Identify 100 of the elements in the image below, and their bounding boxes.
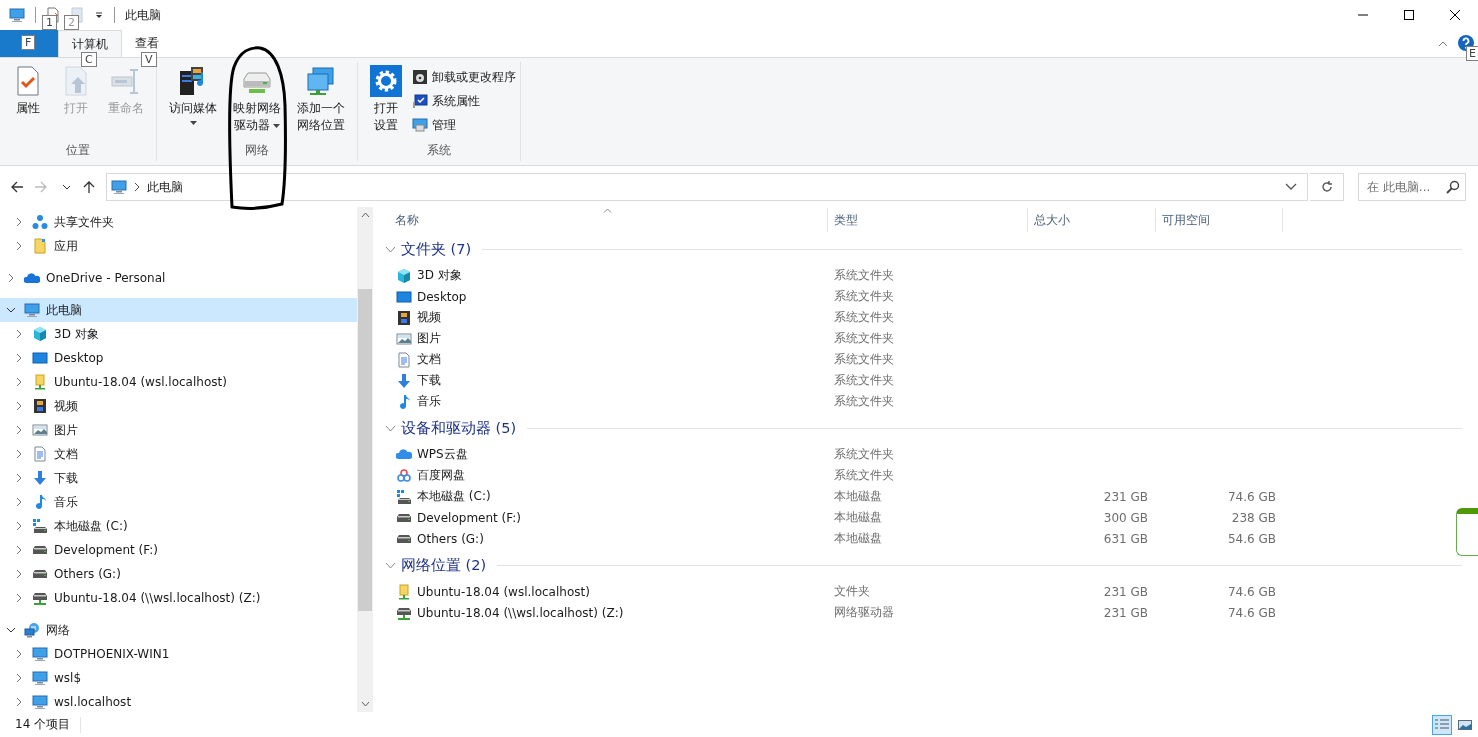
picture-icon	[396, 330, 412, 347]
ime-indicator[interactable]	[1456, 508, 1478, 556]
breadcrumb[interactable]: 此电脑	[147, 178, 183, 196]
table-cell-text: 本地磁盘	[833, 509, 883, 526]
tree-item[interactable]: 文档	[0, 442, 357, 466]
column-header[interactable]: 类型	[828, 208, 1028, 232]
tree-item[interactable]: 网络	[0, 618, 357, 642]
table-cell-text: 本地磁盘	[833, 530, 883, 547]
tree-item[interactable]: Desktop	[0, 346, 357, 370]
column-header[interactable]: 总大小	[1028, 208, 1156, 232]
large-icons-view-icon	[1458, 718, 1472, 731]
table-cell-text: 231 GB	[1102, 584, 1149, 599]
computer-icon	[412, 117, 428, 133]
column-header[interactable]: 可用空间	[1156, 208, 1283, 232]
file-name[interactable]: 百度网盘	[383, 467, 828, 484]
column-header[interactable]: 名称	[383, 208, 828, 232]
scrollbar[interactable]	[357, 207, 373, 712]
table-cell-text: 系统文件夹	[833, 446, 895, 463]
ribbon-button[interactable]: 添加一个 网络位置	[293, 62, 349, 142]
tree-item[interactable]: DOTPHOENIX-WIN1	[0, 642, 357, 666]
group-header[interactable]: 文件夹 (7)	[401, 239, 472, 259]
maximize-icon	[1404, 10, 1414, 20]
file-name[interactable]: Ubuntu-18.04 (\\wsl.localhost) (Z:)	[383, 604, 828, 621]
file-name[interactable]: Ubuntu-18.04 (wsl.localhost)	[383, 583, 828, 600]
file-name[interactable]: 文档	[383, 351, 828, 368]
drive-icon	[396, 512, 412, 523]
tree-item[interactable]: Others (G:)	[0, 562, 357, 586]
folder-icon	[32, 374, 48, 390]
tree-item[interactable]: wsl.localhost	[0, 690, 357, 714]
file-name[interactable]: 音乐	[383, 393, 828, 410]
settings-icon	[370, 65, 402, 97]
tree-item[interactable]: 音乐	[0, 490, 357, 514]
tree-item[interactable]: Ubuntu-18.04 (wsl.localhost)	[0, 370, 357, 394]
table-cell-text: 631 GB	[1102, 531, 1149, 546]
forward-icon	[34, 180, 48, 194]
ribbon-button[interactable]: 访问媒体	[165, 62, 221, 142]
window-title: 此电脑	[125, 6, 161, 24]
table-cell-text: 系统文件夹	[833, 393, 895, 410]
ribbon-button[interactable]: 管理	[412, 115, 516, 135]
computer-icon	[32, 670, 48, 686]
tree-item[interactable]: 此电脑	[0, 298, 357, 322]
search-field[interactable]: 在 此电脑...	[1358, 173, 1466, 201]
file-name[interactable]: WPS云盘	[383, 446, 828, 463]
monitor-icon	[32, 350, 48, 366]
address-field[interactable]: 此电脑	[106, 173, 1308, 201]
network-drive-icon	[32, 590, 48, 606]
search-icon	[1446, 180, 1460, 194]
file-name[interactable]: 下载	[383, 372, 828, 389]
group-header[interactable]: 设备和驱动器 (5)	[401, 418, 517, 438]
cube-icon	[32, 326, 48, 342]
down-arrow-icon	[396, 372, 412, 389]
drive-icon	[32, 569, 48, 579]
file-name[interactable]: 本地磁盘 (C:)	[383, 488, 828, 505]
refresh-button[interactable]	[1310, 173, 1344, 201]
tree-item[interactable]: 应用	[0, 234, 357, 258]
tree-item[interactable]: 下载	[0, 466, 357, 490]
tree-item[interactable]: Ubuntu-18.04 (\\wsl.localhost) (Z:)	[0, 586, 357, 610]
group-label: 系统	[426, 142, 452, 159]
ribbon-button[interactable]: 卸载或更改程序	[412, 67, 516, 87]
keytip: 1	[42, 15, 57, 30]
file-name[interactable]: Development (F:)	[383, 510, 828, 525]
ribbon-button[interactable]: 属性	[8, 62, 48, 142]
file-name[interactable]: Others (G:)	[383, 531, 828, 546]
film-icon	[32, 398, 48, 414]
group-header[interactable]: 网络位置 (2)	[401, 555, 487, 575]
tree-item[interactable]: 视频	[0, 394, 357, 418]
drive-icon	[32, 545, 48, 555]
ribbon-button[interactable]: 系统属性	[412, 91, 516, 111]
ribbon-button[interactable]: 映射网络 驱动器	[229, 62, 285, 142]
file-name[interactable]: 3D 对象	[383, 267, 828, 284]
tree-item[interactable]: 共享文件夹	[0, 210, 357, 234]
scroll-thumb[interactable]	[358, 289, 372, 611]
table-cell-text: 231 GB	[1102, 489, 1149, 504]
details-view-icon	[1435, 718, 1449, 731]
back-icon	[10, 180, 24, 194]
tree-item[interactable]: wsl$	[0, 666, 357, 690]
keytip: V	[141, 52, 157, 67]
view-button[interactable]	[1432, 714, 1452, 735]
dropdown-icon	[94, 10, 104, 20]
tree-item[interactable]: Development (F:)	[0, 538, 357, 562]
network-icon	[24, 622, 40, 638]
monitor-check-icon	[412, 93, 428, 109]
document-icon	[32, 238, 48, 254]
drive-icon	[396, 533, 412, 544]
dropdown-icon	[1285, 183, 1297, 191]
tree-item[interactable]: 本地磁盘 (C:)	[0, 514, 357, 538]
tree-item[interactable]: 3D 对象	[0, 322, 357, 346]
file-name[interactable]: Desktop	[383, 288, 828, 305]
table-cell-text: 74.6 GB	[1226, 605, 1277, 620]
file-name[interactable]: 视频	[383, 309, 828, 326]
file-name[interactable]: 图片	[383, 330, 828, 347]
tree-item[interactable]: 图片	[0, 418, 357, 442]
ribbon-button[interactable]: 打开 设置	[366, 62, 406, 142]
chevron-icon	[133, 182, 141, 192]
group-label: 位置	[65, 142, 91, 159]
computer-icon	[24, 302, 40, 318]
computer-icon	[32, 694, 48, 710]
close-icon	[1450, 10, 1460, 20]
collapse-icon	[1438, 41, 1448, 47]
tree-item[interactable]: OneDrive - Personal	[0, 266, 357, 290]
